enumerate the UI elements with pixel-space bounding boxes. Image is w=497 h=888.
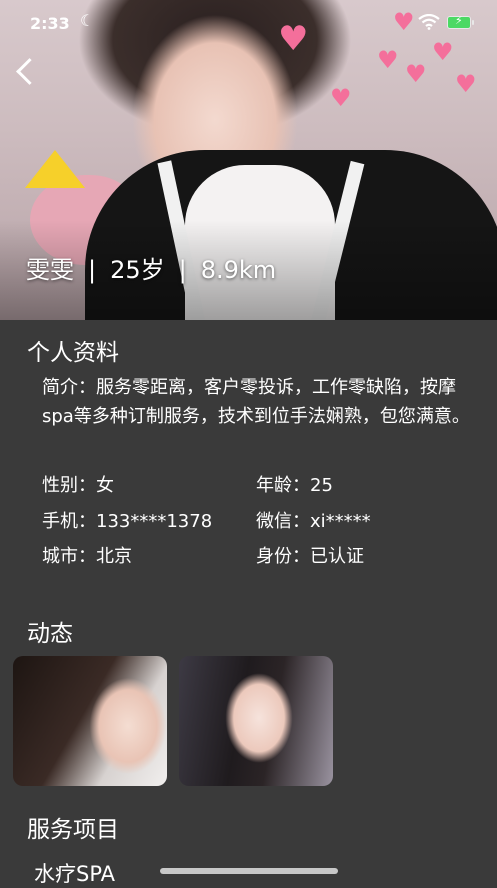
crown-sticker [25, 150, 85, 188]
wifi-icon [418, 14, 440, 30]
profile-distance: 8.9km [200, 256, 277, 284]
city-field: 城市：北京 [42, 546, 132, 567]
moment-photo[interactable] [13, 656, 167, 786]
heart-sticker: ♥ [377, 46, 399, 74]
phone-field: 手机：133****1378 [42, 511, 213, 532]
heart-sticker: ♥ [278, 19, 309, 59]
heart-sticker: ♥ [330, 84, 352, 112]
moment-photo[interactable] [179, 656, 333, 786]
bio-text: 简介：服务零距离，客户零投诉，工作零缺陷，按摩spa等多种订制服务，技术到位手法… [42, 377, 470, 427]
profile-age: 25岁 [110, 256, 165, 284]
heart-sticker: ♥ [393, 8, 415, 36]
status-time: 2:33 [30, 14, 70, 33]
service-item[interactable]: 水疗SPA [34, 858, 115, 888]
heart-sticker: ♥ [432, 38, 454, 66]
age-field: 年龄：25 [256, 475, 333, 496]
profile-name: 雯雯 [26, 256, 74, 284]
identity-field: 身份：已认证 [256, 546, 364, 567]
profile-summary: 雯雯 | 25岁 | 8.9km [26, 250, 276, 285]
separator: | [178, 256, 187, 284]
services-section-title: 服务项目 [27, 817, 119, 843]
info-section-title: 个人资料 [27, 340, 119, 366]
gender-field: 性别：女 [42, 475, 114, 496]
separator: | [88, 256, 97, 284]
battery-icon: ⚡ [447, 14, 474, 29]
wechat-field: 微信：xi***** [256, 511, 371, 532]
heart-sticker: ♥ [455, 70, 477, 98]
heart-sticker: ♥ [405, 60, 427, 88]
moments-section-title: 动态 [27, 621, 73, 647]
home-indicator[interactable] [160, 868, 338, 874]
moon-icon: ☾ [80, 11, 95, 30]
